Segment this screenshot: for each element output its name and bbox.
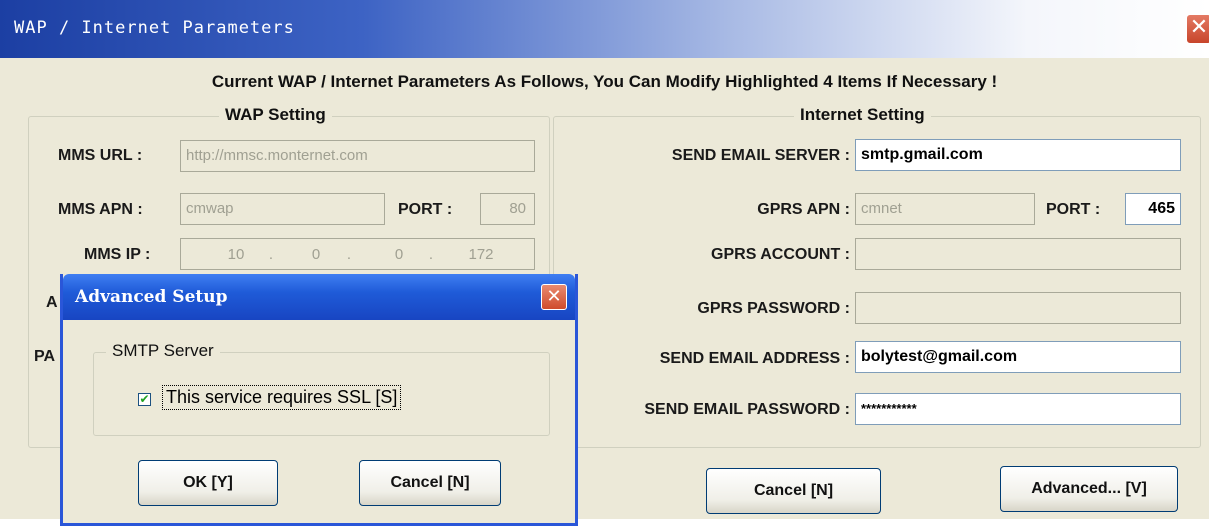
mms-ip-field: 10 . 0 . 0 . 172	[180, 238, 535, 270]
ip-octet-4: 172	[468, 246, 494, 263]
gprs-account-label: GPRS ACCOUNT :	[711, 246, 850, 263]
send-email-server-label: SEND EMAIL SERVER :	[671, 147, 850, 164]
ssl-checkbox[interactable]: ✔	[138, 393, 151, 406]
ip-octet-1: 10	[227, 246, 245, 263]
mms-url-label: MMS URL :	[58, 147, 143, 164]
send-email-address-label: SEND EMAIL ADDRESS :	[659, 350, 850, 367]
smtp-server-title: SMTP Server	[106, 341, 220, 361]
gprs-port-label: PORT :	[1046, 201, 1101, 218]
window-close-button[interactable]: ✕	[1186, 14, 1209, 44]
mms-apn-field: cmwap	[180, 193, 385, 225]
mms-ip-label: MMS IP :	[84, 246, 151, 263]
close-icon: ✕	[1189, 15, 1209, 40]
advanced-setup-dialog: Advanced Setup ✕ SMTP Server ✔ This serv…	[60, 274, 578, 526]
advanced-button[interactable]: Advanced... [V]	[1000, 466, 1178, 512]
mms-apn-label: MMS APN :	[58, 201, 143, 218]
title-bar: WAP / Internet Parameters ✕	[0, 0, 1209, 58]
send-email-password-input[interactable]: ***********	[855, 393, 1181, 425]
cancel-button[interactable]: Cancel [N]	[706, 468, 881, 514]
checkmark-icon: ✔	[139, 392, 150, 406]
gprs-apn-label: GPRS APN :	[757, 201, 850, 218]
ok-button[interactable]: OK [Y]	[138, 460, 278, 506]
gprs-port-input[interactable]: 465	[1125, 193, 1181, 225]
window-title: WAP / Internet Parameters	[14, 18, 295, 38]
mms-url-field: http://mmsc.monternet.com	[180, 140, 535, 172]
close-icon: ✕	[546, 286, 562, 307]
dialog-close-button[interactable]: ✕	[541, 284, 567, 310]
instructions-text: Current WAP / Internet Parameters As Fol…	[211, 72, 998, 91]
send-email-server-input[interactable]: smtp.gmail.com	[855, 139, 1181, 171]
gprs-apn-field: cmnet	[855, 193, 1035, 225]
gprs-account-field	[855, 238, 1181, 270]
dialog-title: Advanced Setup	[75, 287, 228, 307]
ip-octet-2: 0	[311, 246, 321, 263]
partial-label-pa: PA	[34, 348, 56, 365]
gprs-password-label: GPRS PASSWORD :	[697, 300, 850, 317]
ssl-checkbox-label[interactable]: This service requires SSL [S]	[162, 385, 402, 410]
dialog-cancel-button[interactable]: Cancel [N]	[359, 460, 501, 506]
mms-port-field: 80	[480, 193, 535, 225]
partial-label-a: A	[46, 294, 58, 311]
wap-setting-title: WAP Setting	[219, 105, 332, 125]
ip-dot-1: .	[268, 246, 274, 263]
send-email-password-label: SEND EMAIL PASSWORD :	[644, 401, 850, 418]
ip-octet-3: 0	[394, 246, 404, 263]
internet-setting-title: Internet Setting	[794, 105, 931, 125]
dialog-title-bar: Advanced Setup ✕	[63, 274, 575, 320]
ip-dot-2: .	[346, 246, 352, 263]
mms-port-label: PORT :	[398, 201, 453, 218]
ip-dot-3: .	[428, 246, 434, 263]
send-email-address-input[interactable]: bolytest@gmail.com	[855, 341, 1181, 373]
gprs-password-field	[855, 292, 1181, 324]
